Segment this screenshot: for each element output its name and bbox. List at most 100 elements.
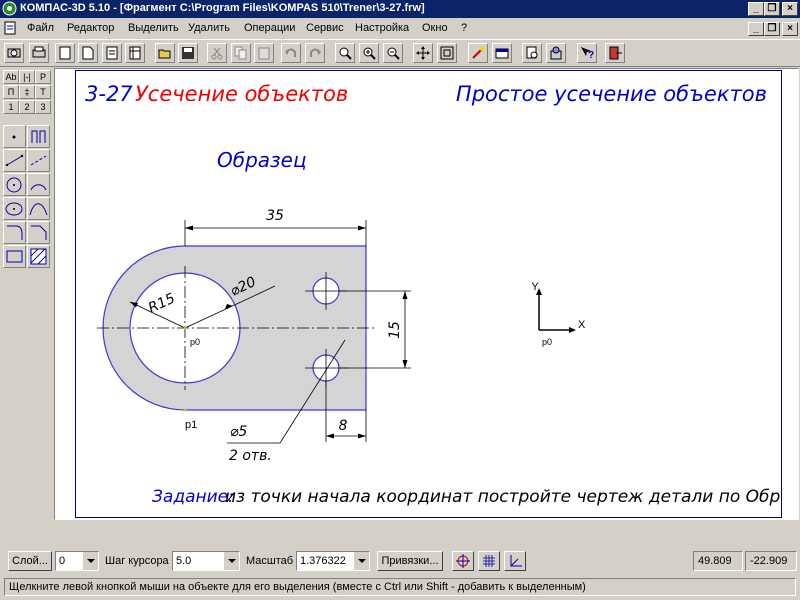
dim-spacing: 15 xyxy=(387,321,403,339)
zoom-in-icon[interactable] xyxy=(359,43,379,63)
chevron-down-icon[interactable] xyxy=(353,552,369,570)
window-title: КОМПАС-3D 5.10 - [Фрагмент C:\Program Fi… xyxy=(20,2,425,14)
lesson-number: 3-27 xyxy=(85,82,133,106)
minimize-button[interactable]: _ xyxy=(748,2,764,16)
dim-diameter-small: ⌀5 xyxy=(230,424,247,440)
help-icon[interactable]: ? xyxy=(577,43,597,63)
pan-icon[interactable] xyxy=(413,43,433,63)
new-spec-icon[interactable] xyxy=(125,43,145,63)
close-button[interactable]: × xyxy=(782,2,798,16)
scale-select[interactable]: 1.376322 xyxy=(296,551,370,571)
regenerate-icon[interactable] xyxy=(468,43,488,63)
point-p0-marker xyxy=(183,326,187,330)
menu-help[interactable]: ? xyxy=(461,22,467,34)
menu-window[interactable]: Окно xyxy=(422,22,448,34)
coord-y-field: -22.909 xyxy=(745,551,797,571)
save-icon[interactable] xyxy=(178,43,198,63)
drawing-sheet: 3-27 Усечение объектов Простое усечение … xyxy=(75,70,782,518)
view-icon[interactable] xyxy=(522,43,542,63)
tab-dimensions[interactable]: Ab xyxy=(3,70,19,84)
rectangle-icon[interactable] xyxy=(3,245,26,268)
new-fragment-icon[interactable] xyxy=(78,43,98,63)
layer-value: 0 xyxy=(59,555,66,567)
step-label: Шаг курсора xyxy=(105,555,169,567)
zoom-out-icon[interactable] xyxy=(383,43,403,63)
paste-icon[interactable] xyxy=(254,43,274,63)
polyline-icon[interactable] xyxy=(27,149,50,172)
menu-delete[interactable]: Удалить xyxy=(188,22,230,34)
document-icon[interactable] xyxy=(3,21,17,35)
menu-operations[interactable]: Операции xyxy=(244,22,295,34)
axis-origin-label: р0 xyxy=(542,337,552,347)
menu-select[interactable]: Выделить xyxy=(128,22,179,34)
arc-icon[interactable] xyxy=(27,173,50,196)
menu-file[interactable]: Файл xyxy=(27,22,54,34)
circle-icon[interactable] xyxy=(3,173,26,196)
chevron-down-icon[interactable] xyxy=(82,552,98,570)
main-toolbar: ? xyxy=(0,39,800,67)
hint-text: Щелкните левой кнопкой мыши на объекте д… xyxy=(4,578,796,596)
fillet-icon[interactable] xyxy=(3,221,26,244)
coord-x-field: 49.809 xyxy=(693,551,743,571)
dim-width: 35 xyxy=(266,208,284,224)
chamfer-icon[interactable] xyxy=(27,221,50,244)
grid-icon[interactable] xyxy=(478,551,500,571)
exit-icon[interactable] xyxy=(605,43,625,63)
tab-linear[interactable]: |-| xyxy=(19,70,35,84)
menu-edit[interactable]: Редактор xyxy=(67,22,114,34)
step-select[interactable]: 5.0 xyxy=(172,551,240,571)
snap-toggle-icon[interactable] xyxy=(452,551,474,571)
properties-icon[interactable] xyxy=(492,43,512,63)
tab-editing[interactable]: ‡ xyxy=(19,85,35,99)
compact-panel: Ab |-| P П ‡ T 1 2 3 xyxy=(0,68,52,518)
ellipse-icon[interactable] xyxy=(3,197,26,220)
axis-y-label: Y xyxy=(531,281,539,293)
open-icon[interactable] xyxy=(155,43,175,63)
task-label: Задание: xyxy=(152,487,234,507)
point-p0-label: р0 xyxy=(190,337,200,347)
menu-bar: Файл Редактор Выделить Удалить Операции … xyxy=(0,19,800,38)
menu-service[interactable]: Сервис xyxy=(306,22,344,34)
new-document-icon[interactable] xyxy=(102,43,122,63)
layer-button[interactable]: Слой... xyxy=(8,551,52,571)
step-value: 5.0 xyxy=(176,555,192,567)
status-bar: Слой... 0 Шаг курсора 5.0 Масштаб 1.3763… xyxy=(0,548,800,574)
point-icon[interactable] xyxy=(3,125,26,148)
scale-value: 1.376322 xyxy=(300,555,346,567)
redo-icon[interactable] xyxy=(305,43,325,63)
copy-icon[interactable] xyxy=(231,43,251,63)
maximize-button[interactable]: ❐ xyxy=(764,2,780,16)
cut-icon[interactable] xyxy=(207,43,227,63)
doc-maximize-button[interactable]: ❐ xyxy=(764,22,780,36)
tab-page-2[interactable]: 2 xyxy=(19,100,35,114)
print-icon[interactable] xyxy=(29,43,49,63)
bezier-icon[interactable] xyxy=(27,197,50,220)
chevron-down-icon[interactable] xyxy=(223,552,239,570)
layer-select[interactable]: 0 xyxy=(55,551,99,571)
dim-offset: 8 xyxy=(339,418,348,434)
undo-icon[interactable] xyxy=(281,43,301,63)
auxiliary-line-icon[interactable] xyxy=(27,125,50,148)
scale-label: Масштаб xyxy=(246,555,294,567)
zoom-fit-icon[interactable] xyxy=(437,43,457,63)
tab-geometry[interactable]: П xyxy=(3,85,19,99)
sample-label: Образец xyxy=(217,148,307,172)
print-preview-icon[interactable] xyxy=(4,43,24,63)
tab-page-1[interactable]: 1 xyxy=(3,100,19,114)
snaps-button[interactable]: Привязки... xyxy=(377,551,443,571)
doc-close-button[interactable]: × xyxy=(782,22,798,36)
segment-icon[interactable] xyxy=(3,149,26,172)
menu-settings[interactable]: Настройка xyxy=(355,22,409,34)
kompas-app-icon xyxy=(2,1,17,16)
doc-minimize-button[interactable]: _ xyxy=(748,22,764,36)
tab-params[interactable]: P xyxy=(35,70,51,84)
parameters-icon[interactable] xyxy=(546,43,566,63)
zoom-icon[interactable] xyxy=(335,43,355,63)
tab-text[interactable]: T xyxy=(35,85,51,99)
section-title: Простое усечение объектов xyxy=(456,82,767,106)
tab-page-3[interactable]: 3 xyxy=(35,100,51,114)
new-sheet-icon[interactable] xyxy=(55,43,75,63)
hatch-icon[interactable] xyxy=(27,245,50,268)
local-cs-icon[interactable] xyxy=(504,551,526,571)
point-p1-marker xyxy=(183,408,187,412)
